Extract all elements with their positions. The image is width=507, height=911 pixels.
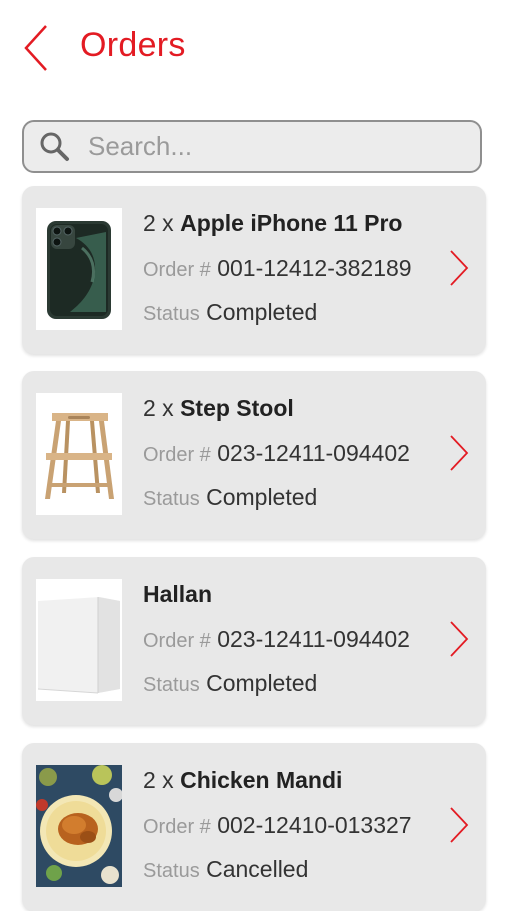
product-name: Chicken Mandi bbox=[180, 767, 343, 793]
product-name: Hallan bbox=[143, 581, 213, 607]
status-label: Status bbox=[143, 488, 200, 510]
product-name: Step Stool bbox=[180, 395, 294, 421]
order-title: 2 x Chicken Mandi bbox=[143, 767, 342, 794]
status-label: Status bbox=[143, 303, 200, 325]
product-thumbnail bbox=[36, 579, 122, 701]
status-value: Completed bbox=[206, 670, 318, 696]
status-label: Status bbox=[143, 860, 200, 882]
chevron-right-icon[interactable] bbox=[448, 433, 470, 473]
order-number-row: Order # 002-12410-013327 bbox=[143, 812, 412, 839]
order-title: 2 x Step Stool bbox=[143, 395, 294, 422]
chicken-dish-image bbox=[36, 765, 122, 887]
product-name: Apple iPhone 11 Pro bbox=[180, 210, 403, 236]
status-label: Status bbox=[143, 674, 200, 696]
order-card[interactable]: 2 x Chicken Mandi Order # 002-12410-0133… bbox=[22, 743, 486, 911]
status-row: Status Completed bbox=[143, 484, 317, 511]
quantity: 2 x bbox=[143, 210, 174, 236]
order-number: 023-12411-094402 bbox=[217, 440, 410, 466]
order-title: 2 x Apple iPhone 11 Pro bbox=[143, 210, 402, 237]
status-value: Completed bbox=[206, 299, 318, 325]
order-number-row: Order # 023-12411-094402 bbox=[143, 440, 410, 467]
status-value: Completed bbox=[206, 484, 318, 510]
back-chevron-icon[interactable] bbox=[20, 22, 56, 74]
order-card[interactable]: 2 x Step Stool Order # 023-12411-094402 … bbox=[22, 371, 486, 539]
white-cabinet-image bbox=[37, 597, 120, 694]
status-row: Status Cancelled bbox=[143, 856, 308, 883]
page-title: Orders bbox=[80, 26, 186, 64]
order-number: 002-12410-013327 bbox=[217, 812, 412, 838]
order-number-row: Order # 023-12411-094402 bbox=[143, 626, 410, 653]
step-stool-image bbox=[45, 413, 114, 499]
chevron-right-icon[interactable] bbox=[448, 805, 470, 845]
order-number-label: Order # bbox=[143, 444, 211, 466]
order-number-label: Order # bbox=[143, 630, 211, 652]
order-title: Hallan bbox=[143, 581, 212, 608]
order-number-label: Order # bbox=[143, 816, 211, 838]
order-card[interactable]: Hallan Order # 023-12411-094402 Status C… bbox=[22, 557, 486, 725]
quantity: 2 x bbox=[143, 767, 174, 793]
product-thumbnail bbox=[36, 765, 122, 887]
status-value: Cancelled bbox=[206, 856, 309, 882]
product-thumbnail bbox=[36, 208, 122, 330]
order-card[interactable]: 2 x Apple iPhone 11 Pro Order # 001-1241… bbox=[22, 186, 486, 354]
status-row: Status Completed bbox=[143, 670, 317, 697]
search-bar[interactable] bbox=[22, 120, 482, 173]
search-input[interactable] bbox=[86, 130, 450, 163]
chevron-right-icon[interactable] bbox=[448, 619, 470, 659]
chevron-right-icon[interactable] bbox=[448, 248, 470, 288]
quantity: 2 x bbox=[143, 395, 174, 421]
order-number-label: Order # bbox=[143, 259, 211, 281]
order-number: 001-12412-382189 bbox=[217, 255, 412, 281]
iphone-image bbox=[47, 221, 111, 319]
search-icon bbox=[40, 132, 69, 161]
order-number: 023-12411-094402 bbox=[217, 626, 410, 652]
order-number-row: Order # 001-12412-382189 bbox=[143, 255, 412, 282]
header: Orders bbox=[0, 0, 507, 100]
status-row: Status Completed bbox=[143, 299, 317, 326]
product-thumbnail bbox=[36, 393, 122, 515]
